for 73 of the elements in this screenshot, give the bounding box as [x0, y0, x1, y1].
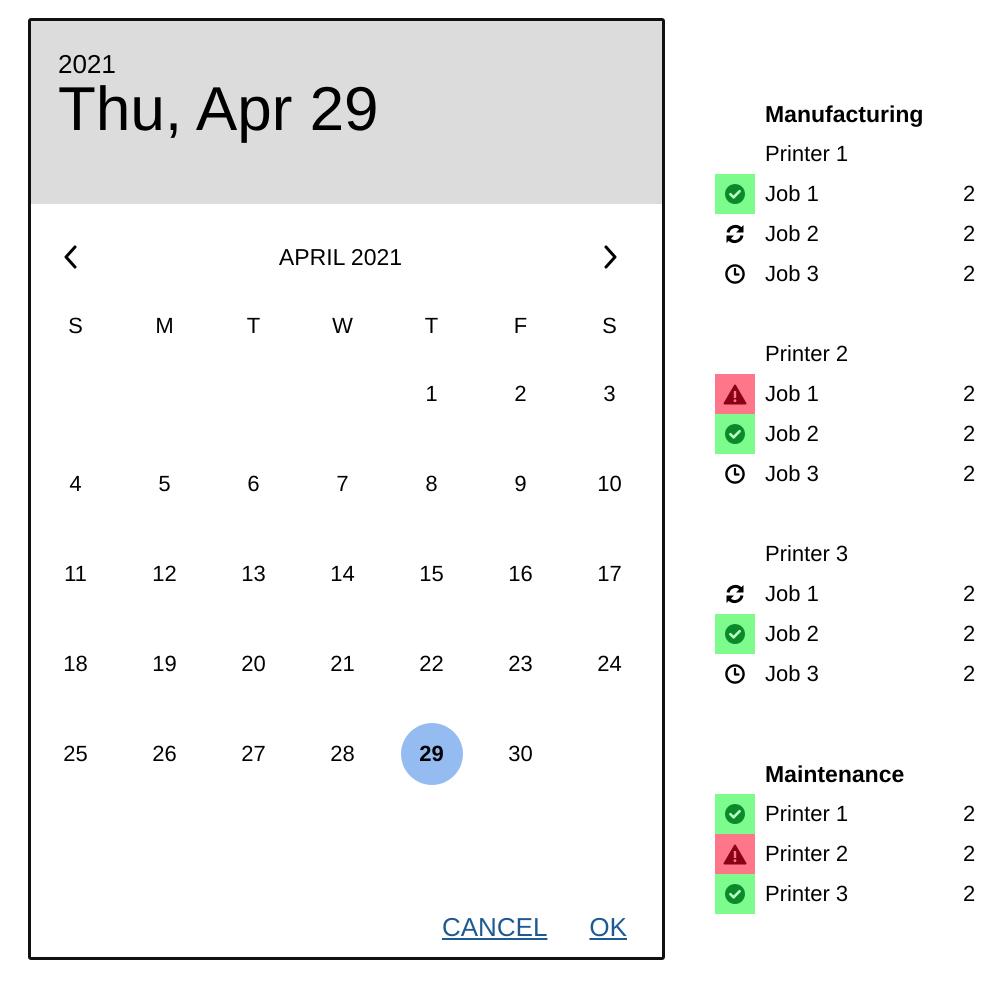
weekday-label: F — [514, 313, 528, 339]
day-button[interactable]: 12 — [134, 543, 196, 605]
value-text: 2 — [963, 880, 976, 908]
weekday-label: T — [246, 313, 260, 339]
day-button[interactable]: 17 — [578, 543, 640, 605]
year-text[interactable]: 2021 — [58, 51, 116, 77]
day-button[interactable]: 2 — [490, 363, 552, 425]
weekday-label: S — [68, 313, 83, 339]
day-button[interactable]: 26 — [134, 723, 196, 785]
day-button[interactable]: 29 — [400, 723, 462, 785]
section-title: Manufacturing — [765, 100, 924, 128]
day-button[interactable]: 5 — [134, 453, 196, 515]
month-label: APRIL 2021 — [278, 243, 402, 271]
day-button[interactable]: 25 — [44, 723, 106, 785]
value-text: 2 — [963, 660, 976, 688]
day-button[interactable]: 15 — [400, 543, 462, 605]
day-button[interactable]: 30 — [490, 723, 552, 785]
printer-name: Printer 2 — [765, 840, 850, 868]
section-title: Maintenance — [765, 760, 904, 788]
job-name: Job 1 — [765, 180, 820, 208]
printer-title: Printer 1 — [765, 140, 848, 168]
job-name: Job 2 — [765, 420, 820, 448]
job-name: Job 1 — [765, 580, 820, 608]
day-button[interactable]: 9 — [490, 453, 552, 515]
dialog-action-link[interactable]: OK — [589, 912, 627, 942]
day-button[interactable]: 23 — [490, 633, 552, 695]
value-text: 2 — [963, 220, 976, 248]
job-name: Job 2 — [765, 220, 820, 248]
value-text: 2 — [963, 420, 976, 448]
job-name: Job 1 — [765, 380, 820, 408]
value-text: 2 — [963, 180, 976, 208]
day-button[interactable]: 10 — [578, 453, 640, 515]
weekday-label: W — [332, 313, 353, 339]
value-text: 2 — [963, 580, 976, 608]
day-button[interactable]: 1 — [400, 363, 462, 425]
value-text: 2 — [963, 380, 976, 408]
day-button[interactable]: 24 — [578, 633, 640, 695]
job-name: Job 3 — [765, 660, 820, 688]
printer-name: Printer 3 — [765, 880, 850, 908]
printer-name: Printer 1 — [765, 800, 850, 828]
day-button[interactable]: 13 — [222, 543, 284, 605]
day-button[interactable]: 7 — [312, 453, 374, 515]
printer-title: Printer 3 — [765, 540, 848, 568]
day-button[interactable]: 6 — [222, 453, 284, 515]
day-button[interactable]: 11 — [44, 543, 106, 605]
day-button[interactable]: 4 — [44, 453, 106, 515]
job-name: Job 2 — [765, 620, 820, 648]
day-button[interactable]: 21 — [312, 633, 374, 695]
value-text: 2 — [963, 260, 976, 288]
chevron-left-icon[interactable] — [63, 245, 78, 269]
day-button[interactable]: 27 — [222, 723, 284, 785]
value-text: 2 — [963, 460, 976, 488]
value-text: 2 — [963, 800, 976, 828]
day-button[interactable]: 14 — [312, 543, 374, 605]
job-name: Job 3 — [765, 260, 820, 288]
printer-title: Printer 2 — [765, 340, 848, 368]
day-button[interactable]: 22 — [400, 633, 462, 695]
value-text: 2 — [963, 620, 976, 648]
chevron-right-icon[interactable] — [603, 245, 618, 269]
day-button[interactable]: 20 — [222, 633, 284, 695]
day-button[interactable]: 3 — [578, 363, 640, 425]
day-button[interactable]: 19 — [134, 633, 196, 695]
day-button[interactable]: 18 — [44, 633, 106, 695]
weekday-label: T — [424, 313, 438, 339]
weekday-label: M — [155, 313, 174, 339]
value-text: 2 — [963, 840, 976, 868]
dialog-action-link[interactable]: CANCEL — [442, 912, 548, 942]
day-button[interactable]: 8 — [400, 453, 462, 515]
selected-date-title: Thu, Apr 29 — [58, 75, 379, 145]
weekday-label: S — [602, 313, 617, 339]
day-button[interactable]: 16 — [490, 543, 552, 605]
day-button[interactable]: 28 — [312, 723, 374, 785]
job-name: Job 3 — [765, 460, 820, 488]
